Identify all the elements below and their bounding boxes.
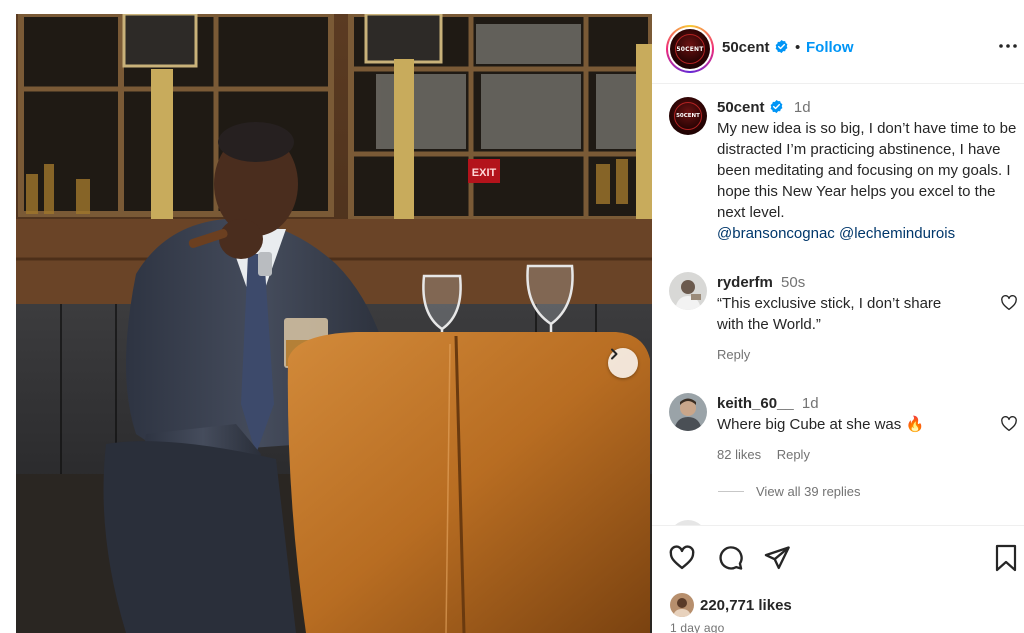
comment-meta: Reply — [717, 344, 967, 365]
caption-text-block: 50cent 1d My new idea is so big, I don’t… — [717, 97, 1017, 244]
caption-body: My new idea is so big, I don’t have time… — [717, 120, 1017, 221]
heart-icon[interactable] — [1000, 294, 1018, 312]
mention-link[interactable]: @lechemindurois — [839, 225, 955, 242]
header-separator: • — [795, 39, 801, 56]
comment-username[interactable]: ryderfm — [717, 274, 773, 291]
avatar-logo-text: 50CENT — [676, 45, 704, 53]
author-username-text[interactable]: 50cent — [722, 39, 770, 56]
replies-divider-line — [718, 491, 744, 492]
view-replies-label[interactable]: View all 39 replies — [756, 484, 861, 499]
heart-icon[interactable] — [668, 544, 696, 572]
post-photo: EXIT — [16, 14, 652, 633]
verified-badge-icon — [770, 99, 783, 114]
reply-button[interactable]: Reply — [777, 447, 810, 462]
liker-avatar[interactable] — [670, 593, 694, 617]
commenter-avatar[interactable] — [669, 393, 707, 431]
caption-username[interactable]: 50cent — [717, 99, 765, 116]
author-avatar[interactable]: 50CENT — [666, 25, 714, 73]
comment-body: keith_60__ 1d Where big Cube at she was … — [717, 393, 967, 465]
comment-text: “This exclusive stick, I don’t share wit… — [717, 295, 942, 333]
photo-scene: EXIT — [16, 14, 652, 633]
caption-time[interactable]: 1d — [794, 99, 811, 116]
caption-avatar-logo-text: 50CENT — [676, 113, 700, 119]
post-actions-bar: 220,771 likes 1 day ago — [652, 525, 1024, 633]
comment-body: ryderfm 50s “This exclusive stick, I don… — [717, 272, 967, 365]
caption-author-avatar[interactable]: 50CENT — [669, 97, 707, 135]
commenter-avatar[interactable] — [669, 272, 707, 310]
post-details-panel: 50CENT 50cent • Follow 50CENT 50cent 1d … — [652, 14, 1024, 633]
comment-username[interactable]: keith_60__ — [717, 395, 794, 412]
verified-badge-icon — [775, 39, 788, 54]
comment-time[interactable]: 50s — [781, 274, 805, 291]
more-options-icon[interactable] — [998, 36, 1018, 56]
post-timestamp[interactable]: 1 day ago — [670, 621, 725, 633]
comment-time[interactable]: 1d — [802, 395, 819, 412]
reply-button[interactable]: Reply — [717, 347, 750, 362]
view-replies-button[interactable]: View all 39 replies — [718, 484, 861, 499]
author-username[interactable]: 50cent — [722, 39, 789, 56]
comments-section: 50CENT 50cent 1d My new idea is so big, … — [652, 85, 1024, 525]
heart-icon[interactable] — [1000, 415, 1018, 433]
likes-count[interactable]: 220,771 likes — [700, 597, 792, 614]
comment-likes-count[interactable]: 82 likes — [717, 447, 761, 462]
comment-text: Where big Cube at she was — [717, 416, 902, 433]
bookmark-icon[interactable] — [994, 544, 1018, 572]
follow-button[interactable]: Follow — [806, 39, 854, 56]
comment-meta: 82 likes Reply — [717, 444, 967, 465]
comment-bubble-icon[interactable] — [716, 544, 744, 572]
exit-sign: EXIT — [472, 167, 497, 179]
chevron-right-icon — [611, 348, 618, 360]
likes-row: 220,771 likes — [670, 593, 792, 617]
post-header: 50CENT 50cent • Follow — [652, 14, 1024, 84]
next-photo-button[interactable] — [608, 348, 638, 378]
fire-emoji: 🔥 — [905, 416, 925, 433]
mention-link[interactable]: @bransoncognac — [717, 225, 835, 242]
paper-plane-icon[interactable] — [763, 544, 791, 572]
